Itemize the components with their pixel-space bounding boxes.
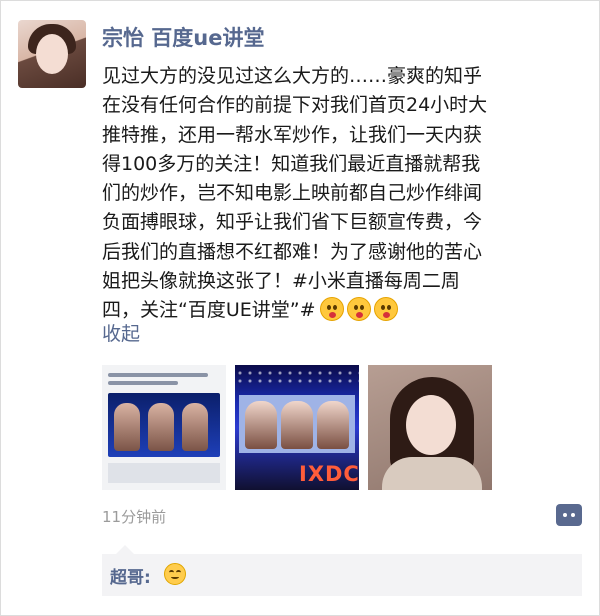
person-figure bbox=[281, 401, 313, 449]
portrait-face bbox=[406, 395, 456, 455]
person-figure bbox=[114, 403, 140, 451]
author-avatar[interactable] bbox=[18, 20, 86, 88]
portrait-body bbox=[382, 457, 482, 490]
collapse-link[interactable]: 收起 bbox=[102, 319, 140, 346]
tongue-wink-emoji-icon bbox=[346, 297, 371, 322]
text-line bbox=[108, 381, 178, 385]
author-name[interactable]: 宗怡 百度ue讲堂 bbox=[102, 22, 265, 52]
person-figure bbox=[245, 401, 277, 449]
comment-area: 超哥: bbox=[102, 545, 582, 596]
stage-floor bbox=[108, 463, 220, 483]
text-line bbox=[108, 373, 208, 377]
post-emojis bbox=[319, 296, 401, 325]
tongue-wink-emoji-icon bbox=[319, 297, 344, 322]
more-actions-button[interactable] bbox=[556, 504, 582, 526]
image-thumbnail-3[interactable] bbox=[368, 365, 492, 490]
person-figure bbox=[148, 403, 174, 451]
stage-logo: IXDC bbox=[299, 462, 359, 486]
tongue-wink-emoji-icon bbox=[373, 297, 398, 322]
post-body: 见过大方的没见过这么大方的……豪爽的知乎在没有任何合作的前提下对我们首页24小时… bbox=[102, 62, 494, 326]
avatar-face bbox=[36, 34, 68, 74]
stage-lights bbox=[235, 369, 359, 385]
post-time: 11分钟前 bbox=[102, 508, 167, 526]
post-text: 见过大方的没见过这么大方的……豪爽的知乎在没有任何合作的前提下对我们首页24小时… bbox=[102, 65, 488, 322]
smile-emoji-icon bbox=[164, 563, 186, 585]
person-figure bbox=[182, 403, 208, 451]
image-thumbnail-1[interactable] bbox=[102, 365, 226, 490]
commenter-name[interactable]: 超哥: bbox=[110, 563, 151, 588]
image-thumbnail-2[interactable]: IXDC bbox=[235, 365, 359, 490]
person-figure bbox=[317, 401, 349, 449]
